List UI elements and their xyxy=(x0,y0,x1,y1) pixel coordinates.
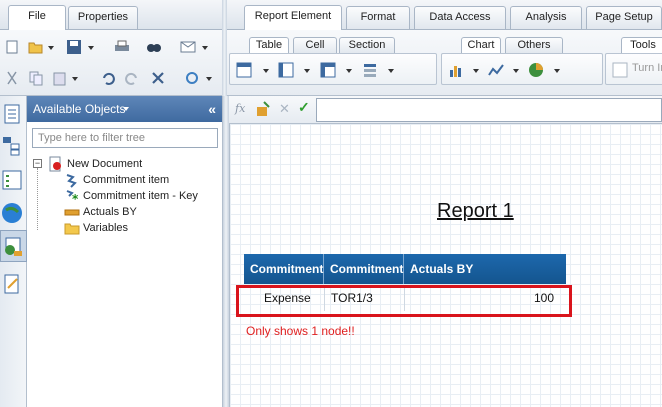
chevron-down-icon[interactable] xyxy=(304,69,310,73)
subtab-cell[interactable]: Cell xyxy=(293,37,337,54)
document-structure-icon[interactable] xyxy=(2,104,22,124)
tree-node-variables[interactable]: Variables xyxy=(83,220,128,236)
formula-input[interactable] xyxy=(316,98,662,122)
data-objects-icon xyxy=(5,237,22,256)
tab-format[interactable]: Format xyxy=(346,6,410,29)
tree-node-new-document[interactable]: New Document xyxy=(67,156,142,172)
tab-data-access[interactable]: Data Access xyxy=(414,6,506,29)
tree-node-commitment-item[interactable]: Commitment item xyxy=(83,172,169,188)
line-chart-icon[interactable] xyxy=(488,62,504,78)
highlight-box xyxy=(236,285,572,317)
formula-bar: fx ✕ ✓ xyxy=(229,96,662,124)
collapse-panel-icon[interactable]: « xyxy=(208,96,216,122)
tree-node-commitment-item-key[interactable]: Commitment item - Key xyxy=(83,188,198,204)
tree-filter-input[interactable]: Type here to filter tree xyxy=(32,128,218,148)
refresh-icon[interactable] xyxy=(184,70,200,86)
validate-formula-icon[interactable]: ✓ xyxy=(298,99,310,116)
column-header-commitment-key[interactable]: Commitment xyxy=(324,254,404,284)
form-table-icon[interactable] xyxy=(362,62,378,78)
chart-tools-group xyxy=(441,53,603,85)
checklist-icon[interactable] xyxy=(2,170,22,190)
panel-menu-chevron-icon[interactable] xyxy=(123,107,129,111)
document-icon xyxy=(49,156,61,172)
svg-text:*: * xyxy=(72,192,79,204)
detail-icon: * xyxy=(66,190,79,204)
globe-icon[interactable] xyxy=(1,202,23,224)
chevron-down-icon[interactable] xyxy=(206,77,212,81)
chevron-down-icon[interactable] xyxy=(88,46,94,50)
left-tab-bar: File Properties xyxy=(0,0,222,30)
save-icon[interactable] xyxy=(66,39,82,55)
cut-icon[interactable] xyxy=(4,70,20,86)
chevron-down-icon[interactable] xyxy=(473,69,479,73)
report-element-toolbar: Table Cell Section Chart Others Tools Tu… xyxy=(227,30,662,96)
pie-chart-icon[interactable] xyxy=(528,62,544,78)
chevron-down-icon[interactable] xyxy=(72,77,78,81)
tab-report-element[interactable]: Report Element xyxy=(244,5,342,30)
variable-editor-icon[interactable] xyxy=(255,101,271,117)
chevron-down-icon[interactable] xyxy=(388,69,394,73)
copy-icon[interactable] xyxy=(28,70,44,86)
open-folder-icon[interactable] xyxy=(28,39,44,55)
print-icon[interactable] xyxy=(114,39,130,55)
cancel-formula-icon[interactable]: ✕ xyxy=(279,101,290,117)
chevron-down-icon[interactable] xyxy=(48,46,54,50)
tree-line xyxy=(37,168,38,230)
subtab-tools[interactable]: Tools xyxy=(621,37,662,54)
paste-icon[interactable] xyxy=(52,70,68,86)
horizontal-table-icon[interactable] xyxy=(278,62,294,78)
mail-icon[interactable] xyxy=(180,39,196,55)
subtab-others[interactable]: Others xyxy=(505,37,563,54)
tab-file[interactable]: File xyxy=(8,5,66,30)
panel-header: Available Objects « xyxy=(27,96,222,122)
tab-page-setup[interactable]: Page Setup xyxy=(586,6,662,29)
chevron-down-icon[interactable] xyxy=(263,69,269,73)
edit-document-icon[interactable] xyxy=(2,274,22,294)
dimension-icon xyxy=(66,174,77,188)
panel-title[interactable]: Available Objects xyxy=(33,102,126,116)
table-tools-group xyxy=(229,53,437,85)
subtab-table[interactable]: Table xyxy=(249,37,289,54)
formula-fx-icon[interactable]: fx xyxy=(235,102,245,115)
undo-icon[interactable] xyxy=(100,70,116,86)
redo-icon[interactable] xyxy=(124,70,140,86)
chevron-down-icon[interactable] xyxy=(513,69,519,73)
find-icon[interactable] xyxy=(146,39,162,55)
chevron-down-icon[interactable] xyxy=(202,46,208,50)
main-tab-bar: Report Element Format Data Access Analys… xyxy=(227,0,662,30)
folder-icon xyxy=(64,223,80,235)
delete-icon[interactable] xyxy=(150,70,166,86)
left-side-bar xyxy=(0,96,27,407)
chevron-down-icon[interactable] xyxy=(554,69,560,73)
available-objects-panel: Available Objects « Type here to filter … xyxy=(27,96,223,407)
measure-icon xyxy=(64,209,80,216)
column-header-actuals-by[interactable]: Actuals BY xyxy=(404,254,566,284)
bar-chart-icon[interactable] xyxy=(448,62,464,78)
collapse-toggle-icon[interactable]: − xyxy=(33,159,42,168)
report-title[interactable]: Report 1 xyxy=(437,200,514,223)
chevron-down-icon[interactable] xyxy=(346,69,352,73)
tab-analysis[interactable]: Analysis xyxy=(510,6,582,29)
subtab-chart[interactable]: Chart xyxy=(461,37,501,54)
turn-into-icon[interactable] xyxy=(612,62,628,78)
tools-group: Turn In xyxy=(605,53,662,85)
subtab-section[interactable]: Section xyxy=(339,37,395,54)
tree-node-actuals-by[interactable]: Actuals BY xyxy=(83,204,137,220)
tab-properties[interactable]: Properties xyxy=(68,6,138,29)
file-toolbar xyxy=(0,30,222,96)
hierarchy-icon[interactable] xyxy=(2,136,22,156)
new-document-icon[interactable] xyxy=(4,39,20,55)
turn-into-label[interactable]: Turn In xyxy=(632,62,662,74)
annotation-note: Only shows 1 node!! xyxy=(246,324,355,338)
vertical-table-icon[interactable] xyxy=(236,62,252,78)
crosstab-icon[interactable] xyxy=(320,62,336,78)
column-header-commitment[interactable]: Commitment xyxy=(244,254,324,284)
